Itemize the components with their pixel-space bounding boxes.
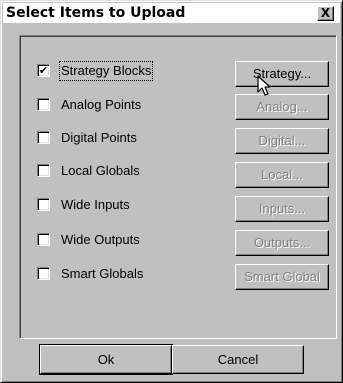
digital-points-checkbox[interactable]: [37, 131, 50, 144]
title-bar[interactable]: Select Items to Upload X: [3, 3, 340, 23]
wide-outputs-checkbox[interactable]: [37, 233, 50, 246]
close-button[interactable]: X: [317, 6, 334, 21]
dialog-title: Select Items to Upload: [6, 5, 186, 21]
analog-button[interactable]: Analog...: [235, 94, 329, 120]
analog-points-label: Analog Points: [61, 97, 142, 112]
analog-points-checkbox[interactable]: [37, 98, 50, 111]
ok-button[interactable]: Ok: [39, 344, 173, 375]
digital-button[interactable]: Digital...: [235, 128, 329, 154]
outputs-button[interactable]: Outputs...: [235, 230, 329, 256]
smart-global-button[interactable]: Smart Global: [235, 264, 329, 290]
local-globals-checkbox[interactable]: [37, 164, 50, 177]
cancel-button[interactable]: Cancel: [172, 345, 304, 374]
wide-inputs-label: Wide Inputs: [61, 197, 130, 212]
dialog-window: Select Items to Upload X ✔ Strategy Bloc…: [0, 0, 343, 383]
wide-outputs-label: Wide Outputs: [61, 232, 140, 247]
wide-inputs-checkbox[interactable]: [37, 198, 50, 211]
strategy-button[interactable]: Strategy...: [235, 61, 329, 87]
close-icon: X: [320, 6, 331, 20]
smart-globals-checkbox[interactable]: [37, 267, 50, 280]
strategy-blocks-label: Strategy Blocks: [58, 61, 154, 81]
digital-points-label: Digital Points: [61, 130, 137, 145]
inputs-button[interactable]: Inputs...: [235, 196, 329, 222]
local-globals-label: Local Globals: [61, 163, 140, 178]
mouse-pointer-icon: [257, 75, 271, 96]
local-button[interactable]: Local...: [235, 162, 329, 188]
smart-globals-label: Smart Globals: [61, 266, 144, 281]
strategy-blocks-checkbox[interactable]: ✔: [37, 64, 50, 77]
